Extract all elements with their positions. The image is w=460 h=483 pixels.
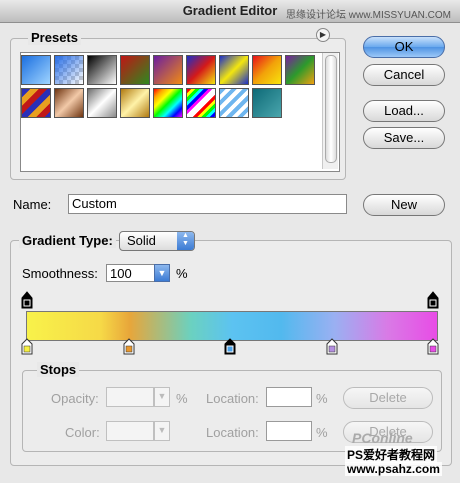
opacity-label: Opacity:	[51, 391, 99, 406]
color-swatch[interactable]	[106, 421, 154, 441]
gradient-type-value: Solid	[127, 233, 156, 248]
opacity-unit: %	[176, 391, 188, 406]
updown-arrows-icon: ▲ ▼	[177, 232, 194, 250]
location-label: Location:	[206, 391, 259, 406]
gradient-preview-bar[interactable]	[26, 311, 438, 341]
preset-swatch[interactable]	[186, 55, 216, 85]
stops-label: Stops	[37, 362, 80, 377]
cancel-button[interactable]: Cancel	[363, 64, 445, 86]
chevron-down-icon[interactable]: ▼	[154, 387, 170, 407]
watermark-top: 思缘设计论坛 www.MISSYUAN.COM	[286, 10, 452, 21]
color-stop[interactable]	[326, 338, 338, 356]
delete-button[interactable]: Delete	[343, 387, 433, 409]
preset-swatch[interactable]	[87, 55, 117, 85]
preset-swatch[interactable]	[54, 88, 84, 118]
preset-swatch[interactable]	[21, 88, 51, 118]
location-input[interactable]	[266, 421, 312, 441]
ok-button[interactable]: OK	[363, 36, 445, 58]
preset-swatch[interactable]	[252, 55, 282, 85]
preset-swatch[interactable]	[219, 55, 249, 85]
preset-swatch[interactable]	[153, 55, 183, 85]
preset-swatch[interactable]	[153, 88, 183, 118]
location-input[interactable]	[266, 387, 312, 407]
scrollbar-thumb[interactable]	[325, 55, 337, 163]
chevron-down-icon[interactable]: ▼	[154, 264, 170, 282]
load-button[interactable]: Load...	[363, 100, 445, 122]
save-button[interactable]: Save...	[363, 127, 445, 149]
presets-list[interactable]	[20, 52, 340, 172]
opacity-input[interactable]	[106, 387, 154, 407]
color-stop[interactable]	[123, 338, 135, 356]
color-stop[interactable]	[427, 338, 439, 356]
chevron-down-icon[interactable]: ▼	[154, 421, 170, 441]
watermark-bottom-cn: PS爱好者教程网	[345, 446, 438, 463]
new-button[interactable]: New	[363, 194, 445, 216]
name-label: Name:	[13, 197, 52, 212]
preset-swatch[interactable]	[285, 55, 315, 85]
opacity-stop-right[interactable]	[427, 290, 439, 310]
title-bar: Gradient Editor 思缘设计论坛 www.MISSYUAN.COM	[0, 0, 460, 23]
smoothness-input[interactable]: 100	[106, 264, 155, 282]
opacity-stop-left[interactable]	[21, 290, 33, 310]
preset-swatch[interactable]	[54, 55, 84, 85]
preset-swatch[interactable]	[120, 55, 150, 85]
location-unit: %	[316, 425, 328, 440]
gradient-type-select[interactable]: Solid ▲ ▼	[119, 231, 195, 251]
preset-swatch[interactable]	[219, 88, 249, 118]
preset-swatch[interactable]	[120, 88, 150, 118]
presets-scrollbar[interactable]	[322, 53, 338, 169]
preset-swatch[interactable]	[87, 88, 117, 118]
smoothness-label: Smoothness:	[22, 266, 98, 281]
location-unit: %	[316, 391, 328, 406]
watermark-bottom-url: www.psahz.com	[345, 462, 442, 476]
preset-swatch[interactable]	[21, 55, 51, 85]
arrow-right-circle-icon[interactable]: ▶	[316, 28, 330, 42]
color-stop[interactable]	[224, 338, 236, 356]
gradient-type-label: Gradient Type:	[19, 233, 116, 248]
watermark-pconline: PConline	[352, 430, 413, 446]
smoothness-unit: %	[176, 266, 188, 281]
location-label: Location:	[206, 425, 259, 440]
preset-swatch[interactable]	[252, 88, 282, 118]
name-input[interactable]: Custom	[68, 194, 347, 214]
color-stop[interactable]	[21, 338, 33, 356]
preset-swatch[interactable]	[186, 88, 216, 118]
color-label: Color:	[65, 425, 100, 440]
presets-label: Presets	[28, 30, 81, 45]
